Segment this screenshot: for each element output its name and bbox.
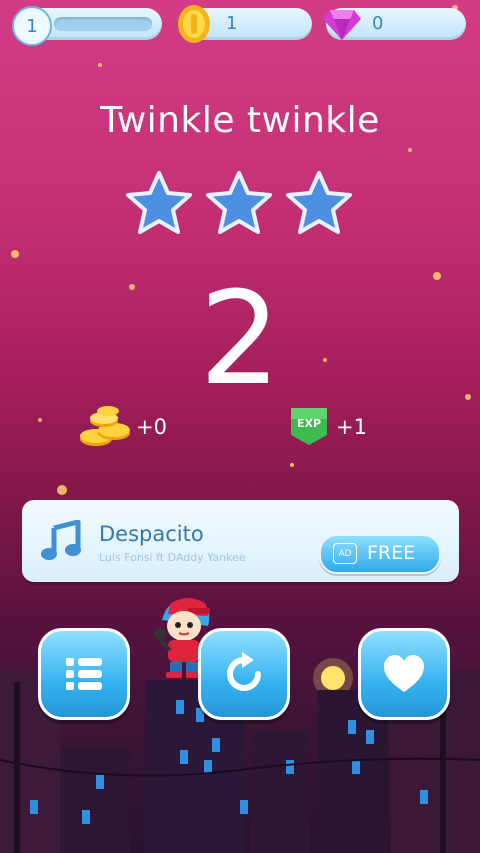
next-song-card[interactable]: Despacito Luis Fonsi ft DAddy Yankee AD … [22,500,459,582]
gem-count: 0 [372,13,384,34]
ad-icon: AD [333,543,357,564]
music-note-icon [41,520,81,560]
coin-counter[interactable]: 1 [178,5,312,43]
exp-badge-icon: EXP [291,408,327,445]
game-result-screen: 1 1 0 Twinkle twinkle 2 +0 EXP +1 Despac… [0,0,480,853]
coin-stack-icon [80,406,130,446]
ad-label: AD [338,548,352,559]
coin-reward: +0 [78,403,188,453]
exp-reward-value: +1 [336,415,367,439]
score-value: 2 [199,265,281,414]
heart-icon [384,655,424,692]
star-icon [126,171,192,234]
star-rating [125,170,357,240]
gem-icon [323,10,361,40]
like-button[interactable] [358,628,450,720]
song-list-button[interactable] [38,628,130,720]
song-title: Twinkle twinkle [100,100,380,141]
star-icon [286,171,352,234]
level-progress-bar: 1 [12,6,162,46]
coin-count: 1 [226,13,238,34]
level-number: 1 [26,15,38,37]
level-badge: 1 [12,6,52,46]
watch-ad-free-button[interactable]: AD FREE [319,534,441,574]
gem-counter[interactable]: 0 [323,8,466,40]
exp-badge-label: EXP [297,417,321,430]
next-song-artist: Luis Fonsi ft DAddy Yankee [99,551,246,564]
next-song-title: Despacito [99,522,204,546]
list-icon [66,658,102,690]
replay-button[interactable] [198,628,290,720]
star-icon [206,171,272,234]
exp-reward: EXP +1 [288,403,378,453]
free-label: FREE [367,542,416,564]
xp-track [54,17,152,31]
coin-icon [178,5,210,43]
coin-reward-value: +0 [136,415,167,439]
replay-icon [227,652,261,691]
